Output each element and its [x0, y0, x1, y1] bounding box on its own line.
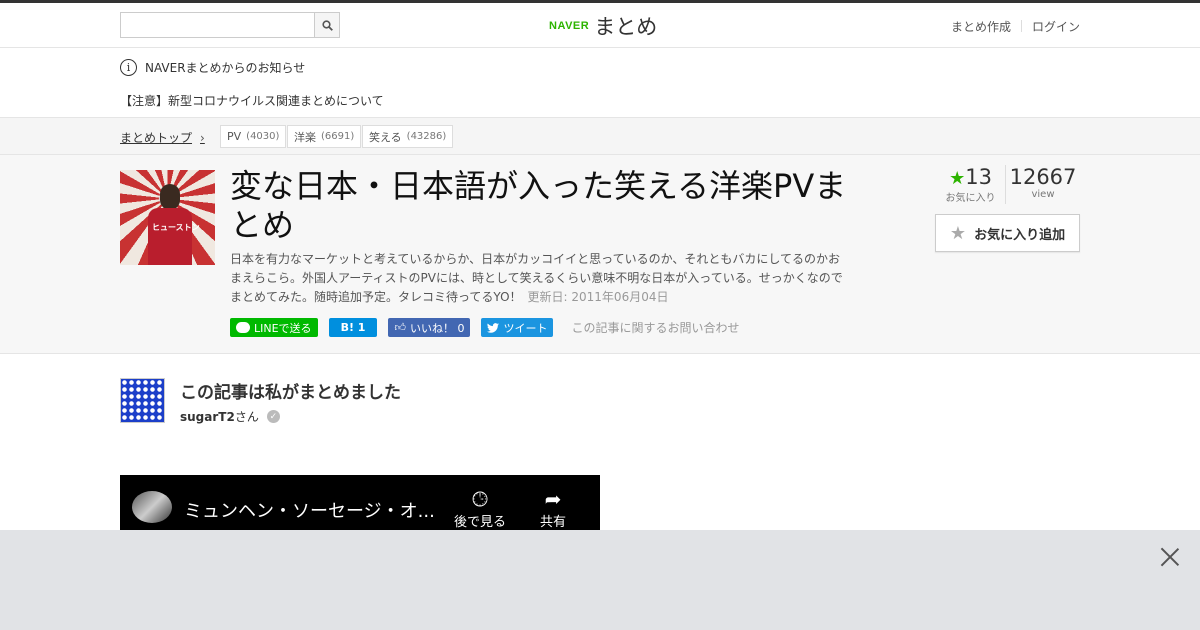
article-title: 変な日本・日本語が入った笑える洋楽PVまとめ	[230, 167, 847, 244]
author-heading: この記事は私がまとめました	[180, 383, 401, 403]
article-stats: ★13 お気に入り 12667 view	[936, 165, 1080, 204]
tag-yogaku[interactable]: 洋楽 (6691)	[287, 125, 362, 148]
author-name-link[interactable]: sugarT2	[180, 410, 235, 424]
breadcrumb-top-label: まとめトップ	[120, 131, 193, 145]
search-input[interactable]	[121, 13, 311, 37]
favorites-count: 13	[965, 165, 992, 189]
tag-pv[interactable]: PV (4030)	[220, 125, 287, 148]
header-links: まとめ作成 ログイン	[941, 18, 1080, 35]
share-bar: LINEで送る B! 1 👍︎ いいね！ 0 ツイート この記事に関するお問い合…	[230, 318, 739, 337]
author-section: この記事は私がまとめました sugarT2 さん ✓	[0, 354, 1200, 474]
info-icon: i	[120, 59, 137, 76]
thumbnail-jersey-text: ヒューストン	[152, 223, 200, 232]
search-button[interactable]	[314, 13, 339, 37]
chevron-right-icon: ›	[200, 130, 205, 145]
tag-count: (43286)	[406, 131, 447, 142]
star-icon: ★	[949, 222, 967, 244]
login-link[interactable]: ログイン	[1022, 18, 1080, 35]
views-count: 12667	[1009, 165, 1077, 189]
share-arrow-icon: ➦	[544, 487, 562, 511]
favorites-label: お気に入り	[945, 193, 996, 204]
video-title[interactable]: ミュンヘン・ソーセージ・オ...	[184, 497, 435, 523]
breadcrumb: まとめトップ › PV (4030) 洋楽 (6691) 笑える (43286)	[0, 118, 1200, 155]
tag-waraeru[interactable]: 笑える (43286)	[362, 125, 454, 148]
author-name-line: sugarT2 さん ✓	[180, 408, 280, 425]
add-favorite-label: お気に入り追加	[974, 227, 1066, 243]
clock-icon: 🕒︎	[472, 487, 488, 511]
video-channel-avatar[interactable]	[132, 491, 172, 523]
hatena-bookmark-button[interactable]: B! 1	[328, 318, 378, 337]
notice-title: NAVERまとめからのお知らせ	[145, 61, 306, 75]
close-icon[interactable]	[1160, 547, 1180, 567]
site-logo[interactable]: NAVER まとめ	[549, 11, 657, 41]
watch-later-label: 後で見る	[454, 515, 507, 530]
star-icon: ★	[949, 168, 966, 189]
article-description: 日本を有力なマーケットと考えているからか、日本がカッコイイと思っているのか、それ…	[230, 250, 850, 307]
notice-header[interactable]: i NAVERまとめからのお知らせ	[120, 59, 305, 76]
add-favorite-button[interactable]: ★ お気に入り追加	[935, 214, 1080, 252]
watch-later-button[interactable]: 🕒︎ 後で見る	[454, 487, 506, 530]
create-matome-link[interactable]: まとめ作成	[941, 18, 1021, 35]
search-box[interactable]	[120, 12, 340, 38]
tag-label: PV	[227, 130, 242, 143]
ad-overlay-bar	[0, 530, 1200, 630]
video-share-label: 共有	[540, 515, 567, 530]
tag-count: (4030)	[246, 131, 280, 142]
tag-label: 洋楽	[294, 130, 316, 144]
author-avatar[interactable]	[120, 378, 165, 423]
embedded-video[interactable]: ミュンヘン・ソーセージ・オ... 🕒︎ 後で見る ➦ 共有	[120, 475, 600, 535]
breadcrumb-top-link[interactable]: まとめトップ ›	[120, 129, 205, 146]
logo-name: まとめ	[594, 15, 658, 39]
author-suffix: さん	[234, 410, 259, 424]
thumbs-up-icon: 👍︎	[394, 321, 406, 334]
favorites-stat: ★13 お気に入り	[936, 165, 1006, 204]
line-icon	[236, 322, 250, 333]
video-share-button[interactable]: ➦ 共有	[540, 487, 566, 530]
views-stat: 12667 view	[1006, 165, 1080, 204]
twitter-tweet-button[interactable]: ツイート	[481, 318, 554, 337]
thumbnail-figure-jersey	[148, 208, 192, 265]
tweet-label: ツイート	[503, 321, 548, 335]
line-share-button[interactable]: LINEで送る	[230, 318, 318, 337]
notice-item-link[interactable]: 【注意】新型コロナウイルス関連まとめについて	[120, 92, 384, 109]
twitter-bird-icon	[487, 322, 500, 333]
article-thumbnail: ヒューストン	[120, 170, 215, 265]
tag-count: (6691)	[321, 131, 355, 142]
facebook-like-label: いいね！ 0	[409, 321, 465, 335]
thumbnail-figure-head	[160, 184, 180, 210]
logo-brand: NAVER	[549, 20, 590, 32]
line-label: LINEで送る	[254, 321, 312, 335]
views-label: view	[1031, 189, 1055, 200]
article-header: ヒューストン 変な日本・日本語が入った笑える洋楽PVまとめ 日本を有力なマーケッ…	[0, 155, 1200, 354]
search-icon	[321, 19, 333, 31]
notice-area: i NAVERまとめからのお知らせ 【注意】新型コロナウイルス関連まとめについて	[0, 48, 1200, 118]
facebook-like-button[interactable]: 👍︎ いいね！ 0	[388, 318, 471, 337]
tag-label: 笑える	[369, 130, 402, 144]
site-header: NAVER まとめ まとめ作成 ログイン	[0, 3, 1200, 48]
verified-check-icon: ✓	[266, 410, 280, 423]
inquiry-link[interactable]: この記事に関するお問い合わせ	[571, 319, 739, 336]
updated-date: 更新日: 2011年06月04日	[527, 290, 669, 304]
